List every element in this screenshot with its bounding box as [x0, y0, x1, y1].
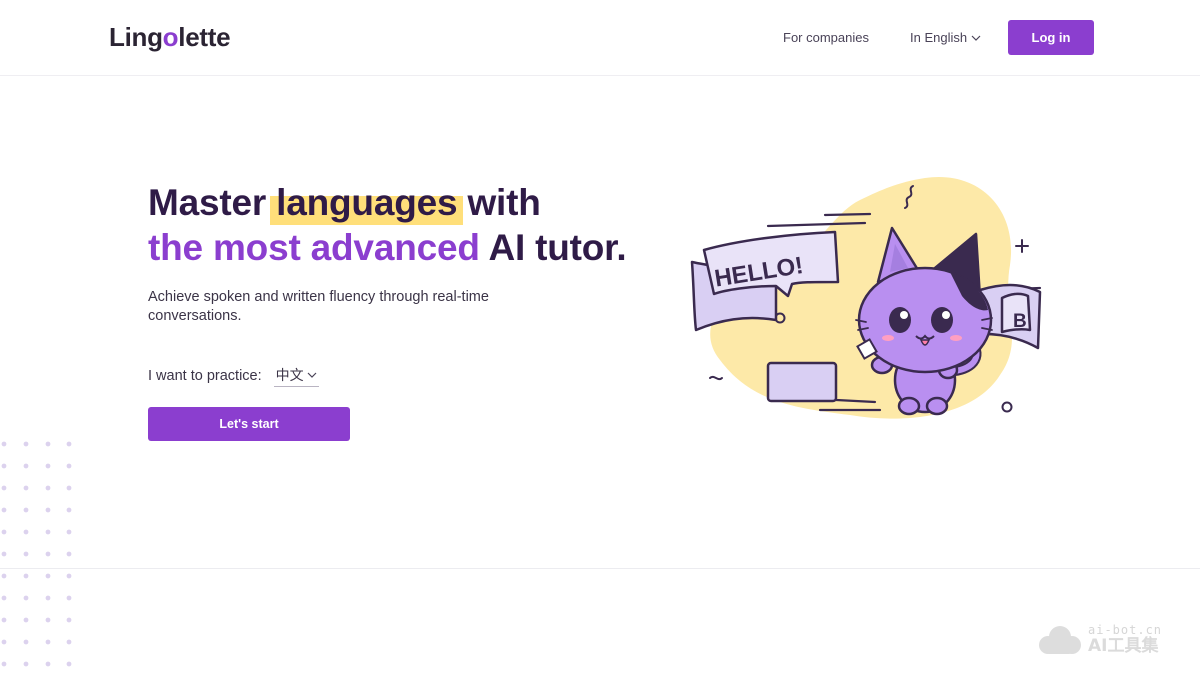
hero-title-tail: AI tutor. [479, 227, 627, 268]
logo-suffix: lette [178, 22, 231, 52]
top-navbar: Lingolette For companies In English Log … [0, 0, 1200, 76]
hero-title-line-2: the most advanced AI tutor. [148, 225, 627, 270]
hero-title-end: with [457, 182, 541, 223]
hero-title: Master languages with the most advanced … [148, 180, 627, 270]
speech-card [766, 361, 838, 403]
logo[interactable]: Lingolette [109, 22, 231, 52]
watermark: ai-bot.cn AI工具集 [1034, 624, 1162, 655]
hero-title-highlight: languages [270, 182, 464, 225]
watermark-domain: ai-bot.cn [1088, 623, 1163, 637]
language-label: In English [910, 30, 968, 45]
hero-subtitle: Achieve spoken and written fluency throu… [148, 289, 489, 324]
cloud-logo-icon [1039, 625, 1081, 654]
language-selector[interactable]: In English [910, 30, 981, 46]
dot-grid-decoration [1, 441, 72, 667]
login-button[interactable]: Log in [1008, 20, 1094, 55]
logo-accent: o [162, 22, 179, 52]
logo-prefix: Ling [109, 22, 163, 52]
watermark-brand: AI工具集 [1088, 636, 1159, 656]
section-divider [0, 568, 1200, 569]
practice-language-row: I want to practice: 中文 [148, 365, 319, 387]
chevron-down-icon [307, 372, 317, 378]
practice-language-value: 中文 [275, 368, 304, 384]
for-companies-link[interactable]: For companies [783, 30, 869, 46]
b-speech-text: B [1013, 311, 1027, 332]
practice-label: I want to practice: [148, 368, 262, 384]
hero-title-line-1: Master languages with [148, 180, 626, 225]
practice-language-select[interactable]: 中文 [273, 365, 319, 387]
hero-title-start: Master [148, 182, 277, 223]
chevron-down-icon [971, 35, 981, 41]
lets-start-button[interactable]: Let's start [148, 407, 350, 441]
hero-title-purple: the most advanced [148, 227, 480, 268]
cat-mascot-illustration: HELLO! B [690, 176, 1042, 419]
